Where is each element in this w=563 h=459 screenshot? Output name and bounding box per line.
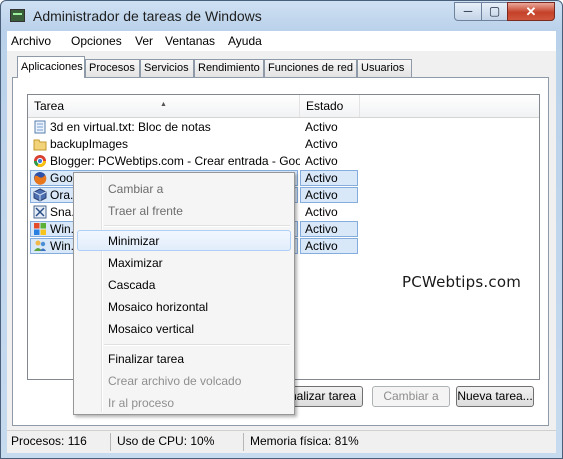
notepad-icon xyxy=(34,120,46,134)
close-button[interactable]: ✕ xyxy=(507,2,555,21)
table-row[interactable]: backupImages Activo xyxy=(28,136,539,153)
title-bar[interactable]: Administrador de tareas de Windows ─ ▢ ✕ xyxy=(1,1,562,31)
task-status: Activo xyxy=(305,137,338,151)
menu-item-create-dump[interactable]: Crear archivo de volcado xyxy=(108,374,241,388)
maximize-button[interactable]: ▢ xyxy=(481,2,508,21)
column-header-label: Estado xyxy=(306,99,344,113)
menu-separator xyxy=(104,344,290,346)
new-task-button[interactable]: Nueva tarea... xyxy=(456,386,534,407)
snagit-icon xyxy=(33,205,47,219)
chrome-icon xyxy=(34,155,46,168)
table-row[interactable]: 3d en virtual.txt: Bloc de notas Activo xyxy=(28,119,539,136)
minimize-button[interactable]: ─ xyxy=(454,2,482,21)
switch-to-button[interactable]: Cambiar a xyxy=(372,386,450,407)
processes-count: Procesos: 116 xyxy=(11,434,87,448)
menu-item-switch-to[interactable]: Cambiar a xyxy=(108,182,163,196)
cpu-usage: Uso de CPU: 10% xyxy=(117,434,215,448)
task-status: Activo xyxy=(305,154,338,168)
tab-usuarios[interactable]: Usuarios xyxy=(357,59,412,77)
status-divider xyxy=(243,433,244,451)
tab-rendimiento[interactable]: Rendimiento xyxy=(194,59,264,77)
window-title: Administrador de tareas de Windows xyxy=(33,8,262,24)
firefox-icon xyxy=(34,172,47,185)
task-status: Activo xyxy=(305,188,338,202)
task-status: Activo xyxy=(305,171,338,185)
column-header-label: Tarea xyxy=(34,99,65,113)
menu-ayuda[interactable]: Ayuda xyxy=(228,34,262,48)
task-status: Activo xyxy=(305,120,338,134)
menu-opciones[interactable]: Opciones xyxy=(71,34,122,48)
menu-ventanas[interactable]: Ventanas xyxy=(165,34,215,48)
menu-item-tile-vertical[interactable]: Mosaico vertical xyxy=(108,322,194,336)
physical-memory: Memoria física: 81% xyxy=(250,434,359,448)
menu-item-go-to-process[interactable]: Ir al proceso xyxy=(108,396,174,410)
menu-bar: Archivo Opciones Ver Ventanas Ayuda xyxy=(7,31,556,52)
tab-funciones-de-red[interactable]: Funciones de red xyxy=(264,59,357,77)
task-name: backupImages xyxy=(50,137,129,151)
folder-icon xyxy=(33,139,47,151)
task-manager-icon xyxy=(10,9,25,22)
tab-procesos[interactable]: Procesos xyxy=(85,59,140,77)
menu-archivo[interactable]: Archivo xyxy=(11,34,51,48)
task-status: Activo xyxy=(305,205,338,219)
menu-separator xyxy=(104,225,290,227)
column-header-estado[interactable]: Estado xyxy=(300,95,360,117)
menu-item-cascade[interactable]: Cascada xyxy=(108,278,155,292)
status-divider xyxy=(110,433,111,451)
menu-ver[interactable]: Ver xyxy=(135,34,153,48)
windows-icon xyxy=(34,223,46,235)
tab-aplicaciones[interactable]: Aplicaciones xyxy=(17,56,85,78)
menu-item-bring-to-front[interactable]: Traer al frente xyxy=(108,204,183,218)
menu-item-tile-horizontal[interactable]: Mosaico horizontal xyxy=(108,300,208,314)
task-status: Activo xyxy=(305,239,338,253)
virtualbox-icon xyxy=(33,188,47,202)
menu-item-minimize[interactable]: Minimizar xyxy=(108,234,159,248)
tab-servicios[interactable]: Servicios xyxy=(140,59,194,77)
menu-item-end-task[interactable]: Finalizar tarea xyxy=(108,352,184,366)
menu-item-maximize[interactable]: Maximizar xyxy=(108,256,163,270)
table-row[interactable]: Blogger: PCWebtips.com - Crear entrada -… xyxy=(28,153,539,170)
task-status: Activo xyxy=(305,222,338,236)
menu-icon-gutter xyxy=(101,175,103,412)
users-icon xyxy=(34,240,46,251)
watermark-text: PCWebtips.com xyxy=(402,273,522,291)
list-header: Tarea ▲ Estado xyxy=(28,95,539,118)
context-menu: Cambiar a Traer al frente Minimizar Maxi… xyxy=(73,172,295,415)
sort-ascending-icon: ▲ xyxy=(160,101,167,108)
task-name: 3d en virtual.txt: Bloc de notas xyxy=(50,120,211,134)
task-name: Blogger: PCWebtips.com - Crear entrada -… xyxy=(50,154,300,168)
column-header-tarea[interactable]: Tarea ▲ xyxy=(28,95,300,117)
status-bar: Procesos: 116 Uso de CPU: 10% Memoria fí… xyxy=(7,430,556,453)
